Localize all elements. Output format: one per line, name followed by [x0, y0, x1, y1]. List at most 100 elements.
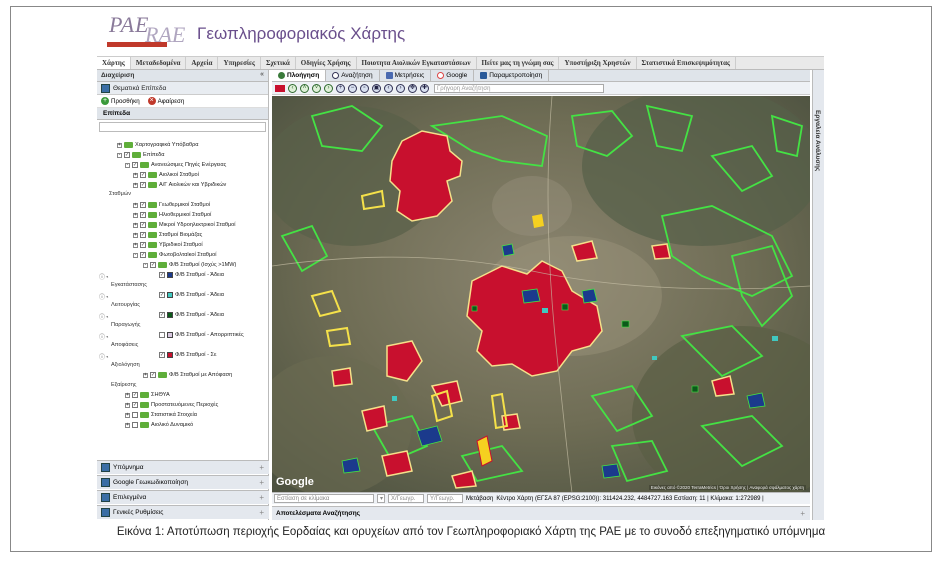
expand-icon[interactable]: +: [133, 182, 138, 188]
tree-node-pv-operation[interactable]: ✓ Φ/Β Σταθμοί - Άδεια: [159, 292, 224, 298]
tree-node-pv-1mw[interactable]: - ✓ Φ/Β Σταθμοί (Ισχύς >1MW): [143, 262, 236, 268]
expand-icon[interactable]: +: [125, 422, 130, 428]
menu-item-support[interactable]: Υποστήριξη Χρηστών: [559, 57, 637, 69]
layer-checkbox[interactable]: ✓: [140, 242, 146, 248]
collapse-icon[interactable]: «: [260, 71, 264, 78]
expand-icon[interactable]: +: [259, 508, 264, 517]
expand-icon[interactable]: +: [125, 412, 130, 418]
tab-navigation[interactable]: Πλοήγηση: [272, 70, 327, 81]
expand-icon[interactable]: +: [143, 372, 148, 378]
accordion-selected[interactable]: Επιλεγμένα +: [97, 490, 269, 504]
tree-node-wind-potential[interactable]: + Αιολικό Δυναμικό: [125, 422, 193, 428]
tree-node-small-hydro[interactable]: + ✓ Μικροί Υδροηλεκτρικοί Σταθμοί: [133, 222, 236, 228]
scale-dropdown-icon[interactable]: ▾: [377, 494, 385, 503]
tree-node-protected[interactable]: + ✓ Προστατευόμενες Περιοχές: [125, 402, 218, 408]
expand-icon[interactable]: +: [259, 478, 264, 487]
zoom-in-icon[interactable]: +: [336, 83, 345, 93]
tree-node-pv-install[interactable]: ✓ Φ/Β Σταθμοί - Άδεια: [159, 272, 224, 278]
menu-item-about[interactable]: Σχετικά: [261, 57, 296, 69]
expand-icon[interactable]: +: [125, 392, 130, 398]
tree-node-pv-production[interactable]: ✓ Φ/Β Σταθμοί - Άδεια: [159, 312, 224, 318]
collapse-node-icon[interactable]: -: [143, 262, 148, 268]
layer-checkbox[interactable]: ✓: [140, 212, 146, 218]
accordion-settings[interactable]: Γενικές Ρυθμίσεις +: [97, 505, 269, 519]
menu-item-services[interactable]: Υπηρεσίες: [218, 57, 261, 69]
map-attribution[interactable]: Εικόνες από ©2020 TerraMetrics | Όροι Χρ…: [648, 485, 806, 490]
pan-down-icon[interactable]: ˅: [312, 83, 321, 93]
expand-icon[interactable]: +: [133, 222, 138, 228]
y-coord-input[interactable]: Υ/Γεωγρ.: [427, 494, 463, 503]
info-icon[interactable]: ⓘ◔: [99, 352, 109, 361]
expand-icon[interactable]: +: [133, 202, 138, 208]
expand-icon[interactable]: +: [259, 493, 264, 502]
accordion-legend[interactable]: Υπόμνημα +: [97, 460, 269, 474]
expand-icon[interactable]: +: [133, 232, 138, 238]
layer-checkbox[interactable]: ✓: [140, 182, 146, 188]
layer-checkbox[interactable]: ✓: [159, 272, 165, 278]
menu-item-wind-quality[interactable]: Ποιοτητα Αιολικών Εγκαταστάσεων: [357, 57, 477, 69]
zoom-next-icon[interactable]: ›: [396, 83, 405, 93]
expand-icon[interactable]: +: [800, 509, 805, 518]
layer-checkbox[interactable]: ✓: [132, 392, 138, 398]
tree-node-solar-thermal[interactable]: + ✓ Ηλιοθερμικοί Σταθμοί: [133, 212, 211, 218]
layer-checkbox[interactable]: ✓: [150, 372, 156, 378]
layer-checkbox[interactable]: ✓: [140, 222, 146, 228]
scale-input[interactable]: Εστίαση σε κλίμακα: [274, 494, 374, 503]
tree-node-basemaps[interactable]: + Χαρτογραφικά Υπόβαθρα: [117, 142, 199, 148]
collapse-node-icon[interactable]: -: [117, 152, 122, 158]
tree-node-res[interactable]: - ✓ Ανανεώσιμες Πηγές Ενέργειας: [125, 162, 226, 168]
tree-node-wind[interactable]: + ✓ Αιολικοί Σταθμοί: [133, 172, 199, 178]
zoom-out-icon[interactable]: −: [348, 83, 357, 93]
expand-icon[interactable]: +: [133, 242, 138, 248]
tree-node-layers[interactable]: - ✓ Επίπεδα: [117, 152, 165, 158]
layer-checkbox[interactable]: ✓: [159, 292, 165, 298]
layer-checkbox[interactable]: ✓: [150, 262, 156, 268]
go-button[interactable]: Μετάβαση: [466, 496, 493, 502]
menu-item-map[interactable]: Χάρτης: [97, 57, 131, 69]
tree-node-pv-exemption[interactable]: + ✓ Φ/Β Σταθμοί με Απόφαση: [143, 372, 232, 378]
tree-node-hybrid[interactable]: + ✓ Υβριδικοί Σταθμοί: [133, 242, 203, 248]
tree-node-pv[interactable]: - ✓ Φωτοβολταϊκοί Σταθμοί: [133, 252, 217, 258]
search-results-panel[interactable]: Αποτελέσματα Αναζήτησης +: [272, 506, 810, 520]
layer-filter-input[interactable]: [99, 122, 266, 132]
expand-icon[interactable]: +: [133, 212, 138, 218]
layer-checkbox[interactable]: ✓: [140, 232, 146, 238]
layer-checkbox[interactable]: ✓: [132, 162, 138, 168]
menu-item-feedback[interactable]: Πείτε μας τη γνώμη σας: [477, 57, 560, 69]
pan-left-icon[interactable]: ‹: [288, 83, 297, 93]
add-layer-button[interactable]: + Προσθήκη: [101, 97, 140, 105]
tree-node-wind-turbines[interactable]: + ✓ Α/Γ Αιολικών και Υβριδικών: [133, 182, 226, 188]
remove-layer-button[interactable]: × Αφαίρεση: [147, 97, 184, 105]
uk-flag-icon[interactable]: [275, 84, 285, 92]
zoom-extent-icon[interactable]: ▣: [372, 83, 381, 93]
pan-right-icon[interactable]: ›: [324, 83, 333, 93]
menu-item-help[interactable]: Οδηγίες Χρήσης: [296, 57, 357, 69]
layer-checkbox[interactable]: [159, 332, 165, 338]
identify-icon[interactable]: ✚: [420, 83, 429, 93]
tree-node-chp[interactable]: + ✓ ΣΗΘΥΑ: [125, 392, 170, 398]
expand-icon[interactable]: +: [117, 142, 122, 148]
x-coord-input[interactable]: Χ/Γεωγρ.: [388, 494, 424, 503]
tree-node-pv-evaluation[interactable]: ✓ Φ/Β Σταθμοί - Σε: [159, 352, 216, 358]
tree-node-pv-rejected[interactable]: Φ/Β Σταθμοί - Απορριπτικές: [159, 332, 244, 338]
tree-node-geothermal[interactable]: + ✓ Γεωθερμικοί Σταθμοί: [133, 202, 210, 208]
pan-up-icon[interactable]: ˄: [300, 83, 309, 93]
info-icon[interactable]: ⓘ◔: [99, 332, 109, 341]
expand-icon[interactable]: +: [125, 402, 130, 408]
collapse-node-icon[interactable]: -: [125, 162, 130, 168]
accordion-geocoding[interactable]: Google Γεωκωδικοποίηση +: [97, 475, 269, 489]
thematic-layers-header[interactable]: Θεματικά Επίπεδα: [97, 82, 268, 95]
pan-hand-icon[interactable]: ✥: [408, 83, 417, 93]
layer-checkbox[interactable]: ✓: [140, 202, 146, 208]
zoom-box-icon[interactable]: ▫: [360, 83, 369, 93]
tab-measurements[interactable]: Μετρήσεις: [380, 70, 432, 81]
tab-google[interactable]: Google: [431, 70, 475, 81]
tab-settings[interactable]: Παραμετροποίηση: [474, 70, 550, 81]
layer-checkbox[interactable]: ✓: [124, 152, 130, 158]
tree-node-biomass[interactable]: + ✓ Σταθμοί Βιομάζας: [133, 232, 202, 238]
expand-icon[interactable]: +: [259, 463, 264, 472]
layer-checkbox[interactable]: ✓: [140, 172, 146, 178]
menu-item-stats[interactable]: Στατιστικά Επισκεψιμότητας: [637, 57, 736, 69]
quick-search-input[interactable]: Γρήγορη Αναζήτηση: [434, 83, 604, 93]
layer-checkbox[interactable]: ✓: [140, 252, 146, 258]
